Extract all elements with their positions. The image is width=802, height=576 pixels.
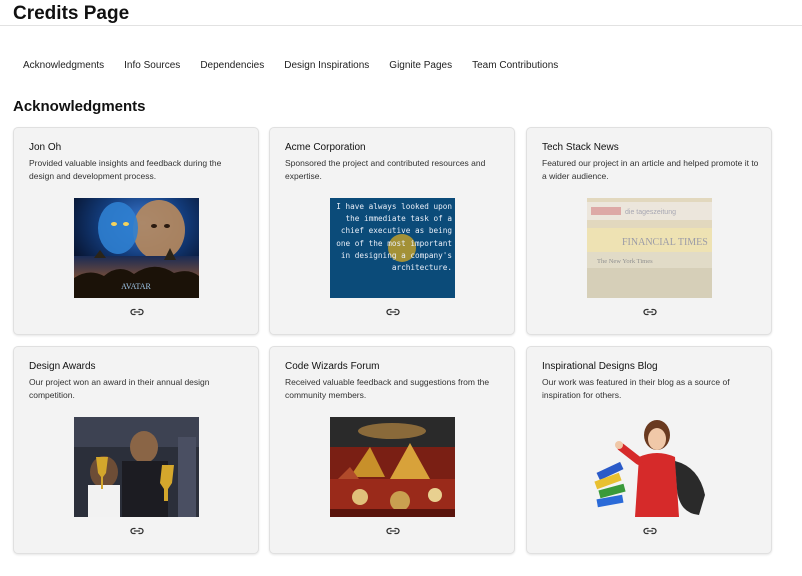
credit-card-acme-corporation: Acme Corporation Sponsored the project a… (269, 127, 515, 335)
quote-text: I have always looked upon the immediate … (336, 202, 452, 273)
page-title: Credits Page (13, 3, 130, 24)
card-description: Sponsored the project and contributed re… (285, 158, 486, 181)
card-description: Featured our project in an article and h… (542, 158, 759, 181)
card-image-student-with-books (587, 417, 712, 517)
card-image-newspapers: die tageszeitung FINANCIAL TIMES The New… (587, 198, 712, 298)
nav-item-info-sources[interactable]: Info Sources (114, 56, 190, 76)
card-image-avatar-poster: AVATAR (74, 198, 199, 298)
card-image-quote: I have always looked upon the immediate … (330, 198, 455, 298)
link-icon[interactable] (130, 307, 144, 317)
nav-item-team-contributions[interactable]: Team Contributions (462, 56, 568, 76)
section-title: Acknowledgments (13, 98, 146, 115)
link-icon[interactable] (386, 307, 400, 317)
poster-caption: AVATAR (121, 282, 151, 291)
nav-item-acknowledgments[interactable]: Acknowledgments (13, 56, 114, 76)
credits-nav: Acknowledgments Info Sources Dependencie… (13, 56, 568, 76)
credit-card-jon-oh: Jon Oh Provided valuable insights and fe… (13, 127, 259, 335)
card-image-trophy-celebration (74, 417, 199, 517)
credit-card-design-awards: Design Awards Our project won an award i… (13, 346, 259, 554)
card-name: Acme Corporation (285, 142, 366, 153)
nav-item-gignite-pages[interactable]: Gignite Pages (379, 56, 462, 76)
card-description: Received valuable feedback and suggestio… (285, 377, 490, 400)
card-image-fantasy-painting (330, 417, 455, 517)
card-description: Our project won an award in their annual… (29, 377, 210, 400)
card-description: Our work was featured in their blog as a… (542, 377, 730, 400)
link-icon[interactable] (643, 526, 657, 536)
card-name: Code Wizards Forum (285, 361, 380, 372)
link-icon[interactable] (386, 526, 400, 536)
credit-card-inspirational-designs-blog: Inspirational Designs Blog Our work was … (526, 346, 772, 554)
card-name: Jon Oh (29, 142, 62, 153)
card-name: Design Awards (29, 361, 96, 372)
card-name: Inspirational Designs Blog (542, 361, 658, 372)
credit-card-code-wizards-forum: Code Wizards Forum Received valuable fee… (269, 346, 515, 554)
card-name: Tech Stack News (542, 142, 619, 153)
nav-item-design-inspirations[interactable]: Design Inspirations (274, 56, 379, 76)
link-icon[interactable] (130, 526, 144, 536)
link-icon[interactable] (643, 307, 657, 317)
nav-item-dependencies[interactable]: Dependencies (190, 56, 274, 76)
page-header: Credits Page (0, 0, 802, 26)
card-description: Provided valuable insights and feedback … (29, 158, 222, 181)
credit-card-tech-stack-news: Tech Stack News Featured our project in … (526, 127, 772, 335)
